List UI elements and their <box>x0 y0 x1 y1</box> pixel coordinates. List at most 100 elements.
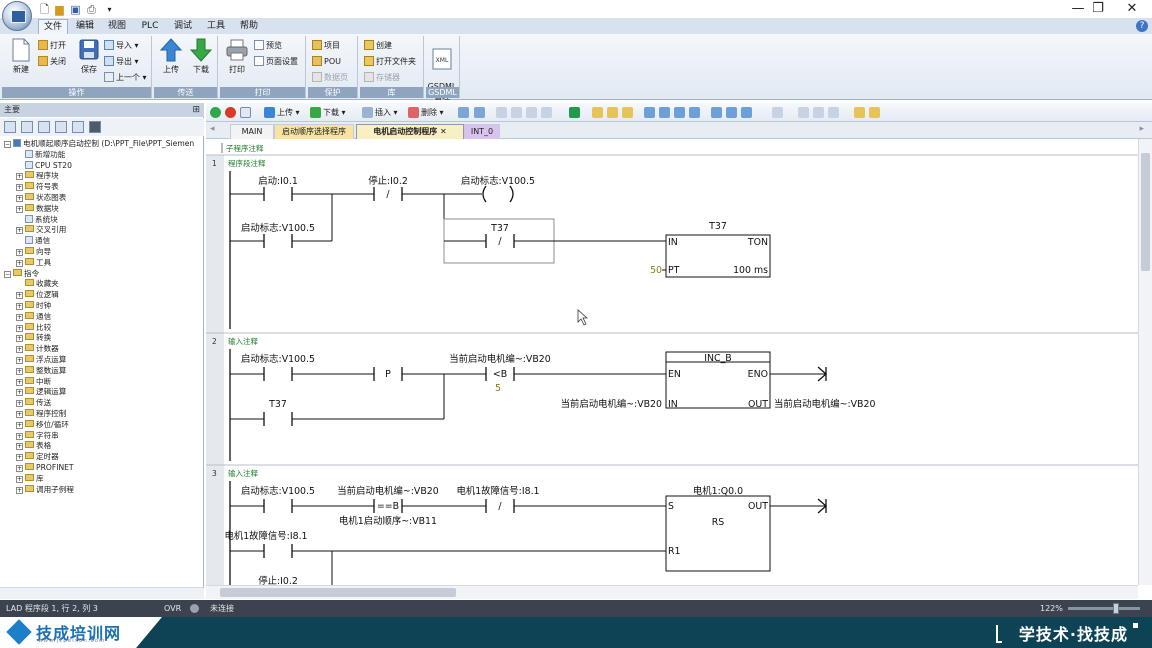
open-library-folder-button[interactable]: 打开文件夹 <box>364 55 416 69</box>
expand-icon[interactable]: + <box>16 249 23 256</box>
upload-icon[interactable] <box>264 107 275 118</box>
tab-motor-start-control-program[interactable]: 电机启动控制程序 ✕ <box>356 124 464 139</box>
expand-icon[interactable]: + <box>16 324 23 332</box>
tab-tools[interactable]: 工具 <box>203 19 229 34</box>
page-setup-button[interactable]: 页面设置 <box>254 55 298 69</box>
expand-icon[interactable]: + <box>16 313 23 321</box>
network-3[interactable]: 3 输入注释 启动标志:V100.5 ==B 当前启动电机编~:VB20 电机1… <box>206 464 1138 585</box>
memory-button[interactable]: 存储器 <box>364 71 400 85</box>
expand-icon[interactable]: + <box>16 378 23 386</box>
toolbar-icon[interactable] <box>813 107 824 118</box>
gsdml-manage-button[interactable]: XML GSDML 管理 <box>426 38 458 101</box>
tree-item[interactable]: + 计数器 <box>16 343 59 354</box>
expand-icon[interactable]: + <box>16 389 23 397</box>
scrollbar-thumb[interactable] <box>220 588 456 597</box>
insert-icon[interactable] <box>362 107 373 118</box>
tree-item[interactable]: + 通信 <box>16 311 51 322</box>
protect-pou-button[interactable]: POU <box>312 55 341 69</box>
expand-icon[interactable]: + <box>16 205 23 213</box>
expand-icon[interactable]: + <box>16 465 23 472</box>
tree-item[interactable]: + 调用子例程 <box>16 484 74 495</box>
create-library-button[interactable]: 创建 <box>364 39 392 53</box>
expand-icon[interactable]: + <box>16 411 23 418</box>
expand-icon[interactable]: + <box>16 173 23 181</box>
tree-item[interactable]: + 库 <box>16 473 44 484</box>
tab-scroll-left-icon[interactable]: ◂ <box>210 124 215 134</box>
expand-icon[interactable]: + <box>16 292 23 300</box>
expand-icon[interactable]: + <box>16 454 23 462</box>
expand-icon[interactable]: + <box>16 346 23 354</box>
tree-item[interactable]: 系统块 <box>16 214 58 225</box>
save-button[interactable]: 保存 <box>72 38 106 86</box>
tree-item[interactable]: 通信 <box>16 235 50 246</box>
vertical-scrollbar[interactable] <box>1138 139 1152 585</box>
tree-item[interactable]: + 程序控制 <box>16 408 66 419</box>
toolbar-icon[interactable] <box>541 107 552 118</box>
open-folder-icon[interactable]: ▆ <box>53 3 66 16</box>
expand-icon[interactable]: + <box>16 421 23 429</box>
expand-icon[interactable]: + <box>16 367 23 375</box>
zoom-slider-knob[interactable] <box>1113 603 1119 614</box>
upload-button[interactable]: 上传 <box>154 38 188 86</box>
expand-icon[interactable]: + <box>16 259 23 267</box>
delete-dropdown[interactable]: 删除 ▾ <box>421 106 444 119</box>
toolbar-icon[interactable] <box>741 107 752 118</box>
tree-item[interactable]: CPU ST20 <box>16 160 72 171</box>
expand-icon[interactable]: + <box>16 335 23 343</box>
preview-button[interactable]: 预览 <box>254 39 282 53</box>
tree-item[interactable]: − 指令 <box>4 268 39 279</box>
save-icon[interactable]: ▣ <box>69 3 82 16</box>
zoom-slider[interactable] <box>1068 607 1140 610</box>
protect-project-button[interactable]: 项目 <box>312 39 340 53</box>
stop-icon[interactable] <box>225 107 236 118</box>
toolbar-icon[interactable] <box>659 107 670 118</box>
tree-item[interactable]: + 整数运算 <box>16 365 66 376</box>
dropdown-icon[interactable]: ▾ <box>103 3 116 16</box>
tab-int-0[interactable]: INT_0 <box>464 124 500 139</box>
toolbar-icon[interactable] <box>569 107 580 118</box>
open-button[interactable]: 打开 <box>38 39 66 53</box>
tree-item[interactable]: + 中断 <box>16 376 51 387</box>
compile-icon[interactable] <box>240 107 251 118</box>
tab-file[interactable]: 文件 <box>38 19 68 34</box>
help-icon[interactable]: ? <box>1136 20 1148 32</box>
tree-item[interactable]: + 逻辑运算 <box>16 386 66 397</box>
toolbar-icon[interactable] <box>511 107 522 118</box>
toolbar-icon[interactable] <box>458 107 469 118</box>
close-button[interactable]: ✕ <box>1114 0 1150 18</box>
close-project-button[interactable]: 关闭 <box>38 55 66 69</box>
previous-button[interactable]: 上一个 ▾ <box>104 71 147 85</box>
toolbar-icon[interactable] <box>689 107 700 118</box>
tree-view-icon[interactable] <box>72 121 84 133</box>
tree-item[interactable]: + 向导 <box>16 246 51 257</box>
restore-button[interactable]: ❐ <box>1080 0 1116 18</box>
toolbar-icon[interactable] <box>607 107 618 118</box>
expand-icon[interactable]: + <box>16 184 23 192</box>
ladder-editor[interactable]: 子程序注释 1 程序段注释 / 启动:I0.1 停止:I0.2 启动标志:V10… <box>206 139 1138 585</box>
print-icon[interactable]: ⎙ <box>85 3 98 16</box>
tree-item[interactable]: + 表格 <box>16 440 51 451</box>
tree-item[interactable]: − 电机顺起顺序启动控制 (D:\PPT_File\PPT_Siemen <box>4 138 194 149</box>
tree-item[interactable]: + 状态图表 <box>16 192 66 203</box>
upload-dropdown[interactable]: 上传 ▾ <box>277 106 300 119</box>
tab-help[interactable]: 帮助 <box>236 19 262 34</box>
horizontal-scrollbar[interactable] <box>206 585 1138 599</box>
toolbar-icon[interactable] <box>674 107 685 118</box>
toolbar-icon[interactable] <box>711 107 722 118</box>
collapse-icon[interactable]: − <box>4 141 11 148</box>
toolbar-icon[interactable] <box>644 107 655 118</box>
tab-view[interactable]: 视图 <box>104 19 130 34</box>
tree-item[interactable]: + 传送 <box>16 397 51 408</box>
tree-item[interactable]: + 数据块 <box>16 203 59 214</box>
tree-item[interactable]: + 符号表 <box>16 181 59 192</box>
pin-icon[interactable]: ⊞ <box>192 103 200 117</box>
collapse-icon[interactable]: − <box>4 270 11 278</box>
delete-icon[interactable] <box>408 107 419 118</box>
toolbar-icon[interactable] <box>828 107 839 118</box>
toolbar-icon[interactable] <box>772 107 783 118</box>
toolbar-icon[interactable] <box>496 107 507 118</box>
protect-data-page-button[interactable]: 数据页 <box>312 71 348 85</box>
tree-item[interactable]: + 位逻辑 <box>16 289 59 300</box>
import-button[interactable]: 导入 ▾ <box>104 39 139 53</box>
expand-icon[interactable]: + <box>16 475 23 483</box>
